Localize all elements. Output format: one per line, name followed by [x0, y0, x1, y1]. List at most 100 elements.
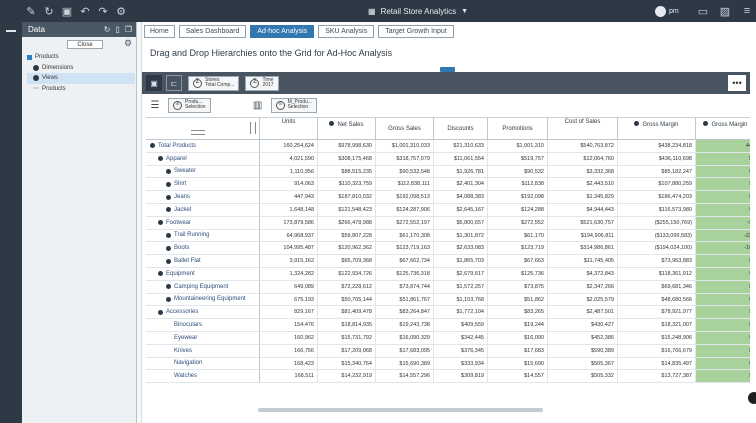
table-cell[interactable]: $4,088,383: [434, 191, 488, 204]
leaf-icon[interactable]: ⋯: [33, 85, 39, 92]
table-cell[interactable]: $186,474,203: [618, 191, 696, 204]
table-cell[interactable]: $14,232,919: [318, 370, 376, 384]
more-options-icon[interactable]: •••: [728, 75, 746, 91]
table-cell[interactable]: $1,301,872: [434, 229, 488, 243]
table-cell[interactable]: $15,340,764: [318, 357, 376, 371]
table-cell[interactable]: $521,630,757: [548, 216, 618, 230]
table-cell[interactable]: $15,690: [488, 357, 548, 371]
table-cell[interactable]: 9: [696, 293, 750, 307]
table-cell[interactable]: $1,001,310: [488, 140, 548, 153]
table-cell[interactable]: 9: [696, 255, 750, 268]
expand-icon[interactable]: [166, 258, 171, 264]
settings-icon[interactable]: ⚙: [112, 0, 130, 22]
table-cell[interactable]: $192,098,513: [376, 191, 434, 204]
table-cell[interactable]: $17,683: [488, 344, 548, 358]
table-cell[interactable]: 160,962: [260, 331, 318, 345]
table-cell[interactable]: $125,736,318: [376, 267, 434, 281]
plus-icon[interactable]: [33, 64, 39, 71]
table-cell[interactable]: $309,819: [434, 370, 488, 384]
table-cell[interactable]: 1,648,148: [260, 203, 318, 217]
table-cell[interactable]: 1,110,956: [260, 165, 318, 179]
expand-icon[interactable]: [166, 232, 171, 238]
row-header[interactable]: Jacket: [146, 203, 260, 217]
table-cell[interactable]: $2,633,083: [434, 242, 488, 256]
table-cell[interactable]: $19,243,738: [376, 319, 434, 332]
column-hierarchy-chip[interactable]: ≡ M_Produ... Selection: [270, 97, 318, 113]
table-cell[interactable]: $505,332: [548, 370, 618, 384]
expand-icon[interactable]: [166, 168, 171, 174]
table-cell[interactable]: $112,838: [488, 178, 548, 192]
table-cell[interactable]: $123,719,163: [376, 242, 434, 256]
table-cell[interactable]: 829,167: [260, 306, 318, 320]
table-cell[interactable]: 1,324,282: [260, 267, 318, 281]
table-cell[interactable]: $505,367: [548, 357, 618, 371]
table-cell[interactable]: 9: [696, 178, 750, 192]
table-cell[interactable]: $12,064,760: [548, 152, 618, 166]
table-cell[interactable]: $272,552: [488, 216, 548, 230]
table-cell[interactable]: $21,310,633: [434, 140, 488, 153]
image-icon[interactable]: ▨: [714, 0, 736, 22]
table-cell[interactable]: 447,943: [260, 191, 318, 204]
table-cell[interactable]: $1,926,781: [434, 165, 488, 179]
redo-icon[interactable]: ↷: [94, 0, 112, 22]
table-cell[interactable]: $50,705,144: [318, 293, 376, 307]
table-cell[interactable]: $18,814,935: [318, 319, 376, 332]
table-cell[interactable]: $15,731,792: [318, 331, 376, 345]
table-cell[interactable]: $14,557: [488, 370, 548, 384]
table-cell[interactable]: $266,478,988: [318, 216, 376, 230]
table-cell[interactable]: $2,401,304: [434, 178, 488, 192]
table-cell[interactable]: $110,323,759: [318, 178, 376, 192]
horizontal-scrollbar[interactable]: [258, 408, 543, 412]
table-cell[interactable]: $4,944,443: [548, 203, 618, 217]
table-cell[interactable]: $438,234,818: [618, 140, 696, 153]
table-cell[interactable]: $19,244: [488, 319, 548, 332]
table-cell[interactable]: $124,288: [488, 203, 548, 217]
table-cell[interactable]: $430,427: [548, 319, 618, 332]
table-cell[interactable]: $14,557,296: [376, 370, 434, 384]
expand-icon[interactable]: [158, 309, 163, 315]
save-icon[interactable]: ▣: [58, 0, 76, 22]
row-header[interactable]: Equipment: [146, 267, 260, 281]
expand-icon[interactable]: [166, 181, 171, 187]
table-cell[interactable]: $333,934: [434, 357, 488, 371]
menu-icon[interactable]: ≡: [736, 0, 756, 22]
table-cell[interactable]: 104,995,487: [260, 242, 318, 256]
table-cell[interactable]: $187,810,032: [318, 191, 376, 204]
table-cell[interactable]: 914,063: [260, 178, 318, 192]
table-cell[interactable]: 44: [696, 140, 750, 153]
table-cell[interactable]: 9: [696, 306, 750, 320]
row-header[interactable]: Sweater: [146, 165, 260, 179]
expand-panel-icon[interactable]: ❐: [125, 25, 132, 34]
table-cell[interactable]: $124,287,906: [376, 203, 434, 217]
table-cell[interactable]: $65,709,368: [318, 255, 376, 268]
plus-icon[interactable]: [33, 75, 39, 82]
column-header[interactable]: Gross Sales: [376, 118, 434, 140]
undo-icon[interactable]: ↶: [76, 0, 94, 22]
table-cell[interactable]: $61,170,308: [376, 229, 434, 243]
table-cell[interactable]: $3,332,368: [548, 165, 618, 179]
row-header[interactable]: Trail Running: [146, 229, 260, 243]
table-cell[interactable]: 9: [696, 165, 750, 179]
tree-item[interactable]: Dimensions: [27, 63, 135, 74]
table-cell[interactable]: $125,736: [488, 267, 548, 281]
table-cell[interactable]: 5: [696, 152, 750, 166]
table-cell[interactable]: $1,572,257: [434, 280, 488, 294]
column-header[interactable]: Promotions: [488, 118, 548, 140]
row-header[interactable]: Boots: [146, 242, 260, 256]
table-cell[interactable]: $118,361,912: [618, 267, 696, 281]
table-cell[interactable]: $90,532: [488, 165, 548, 179]
expand-icon[interactable]: [166, 296, 171, 302]
table-cell[interactable]: $376,345: [434, 344, 488, 358]
table-cell[interactable]: 9: [696, 203, 750, 217]
column-header[interactable]: Units: [260, 118, 318, 140]
table-cell[interactable]: 154,476: [260, 319, 318, 332]
table-cell[interactable]: $16,090,329: [376, 331, 434, 345]
table-cell[interactable]: 3,915,162: [260, 255, 318, 268]
table-cell[interactable]: $121,548,423: [318, 203, 376, 217]
table-cell[interactable]: $16,090: [488, 331, 548, 345]
table-cell[interactable]: $14,835,497: [618, 357, 696, 371]
table-cell[interactable]: $194,906,811: [548, 229, 618, 243]
blue-square-icon[interactable]: [27, 54, 32, 60]
table-cell[interactable]: $116,573,980: [618, 203, 696, 217]
table-cell[interactable]: $16,766,679: [618, 344, 696, 358]
